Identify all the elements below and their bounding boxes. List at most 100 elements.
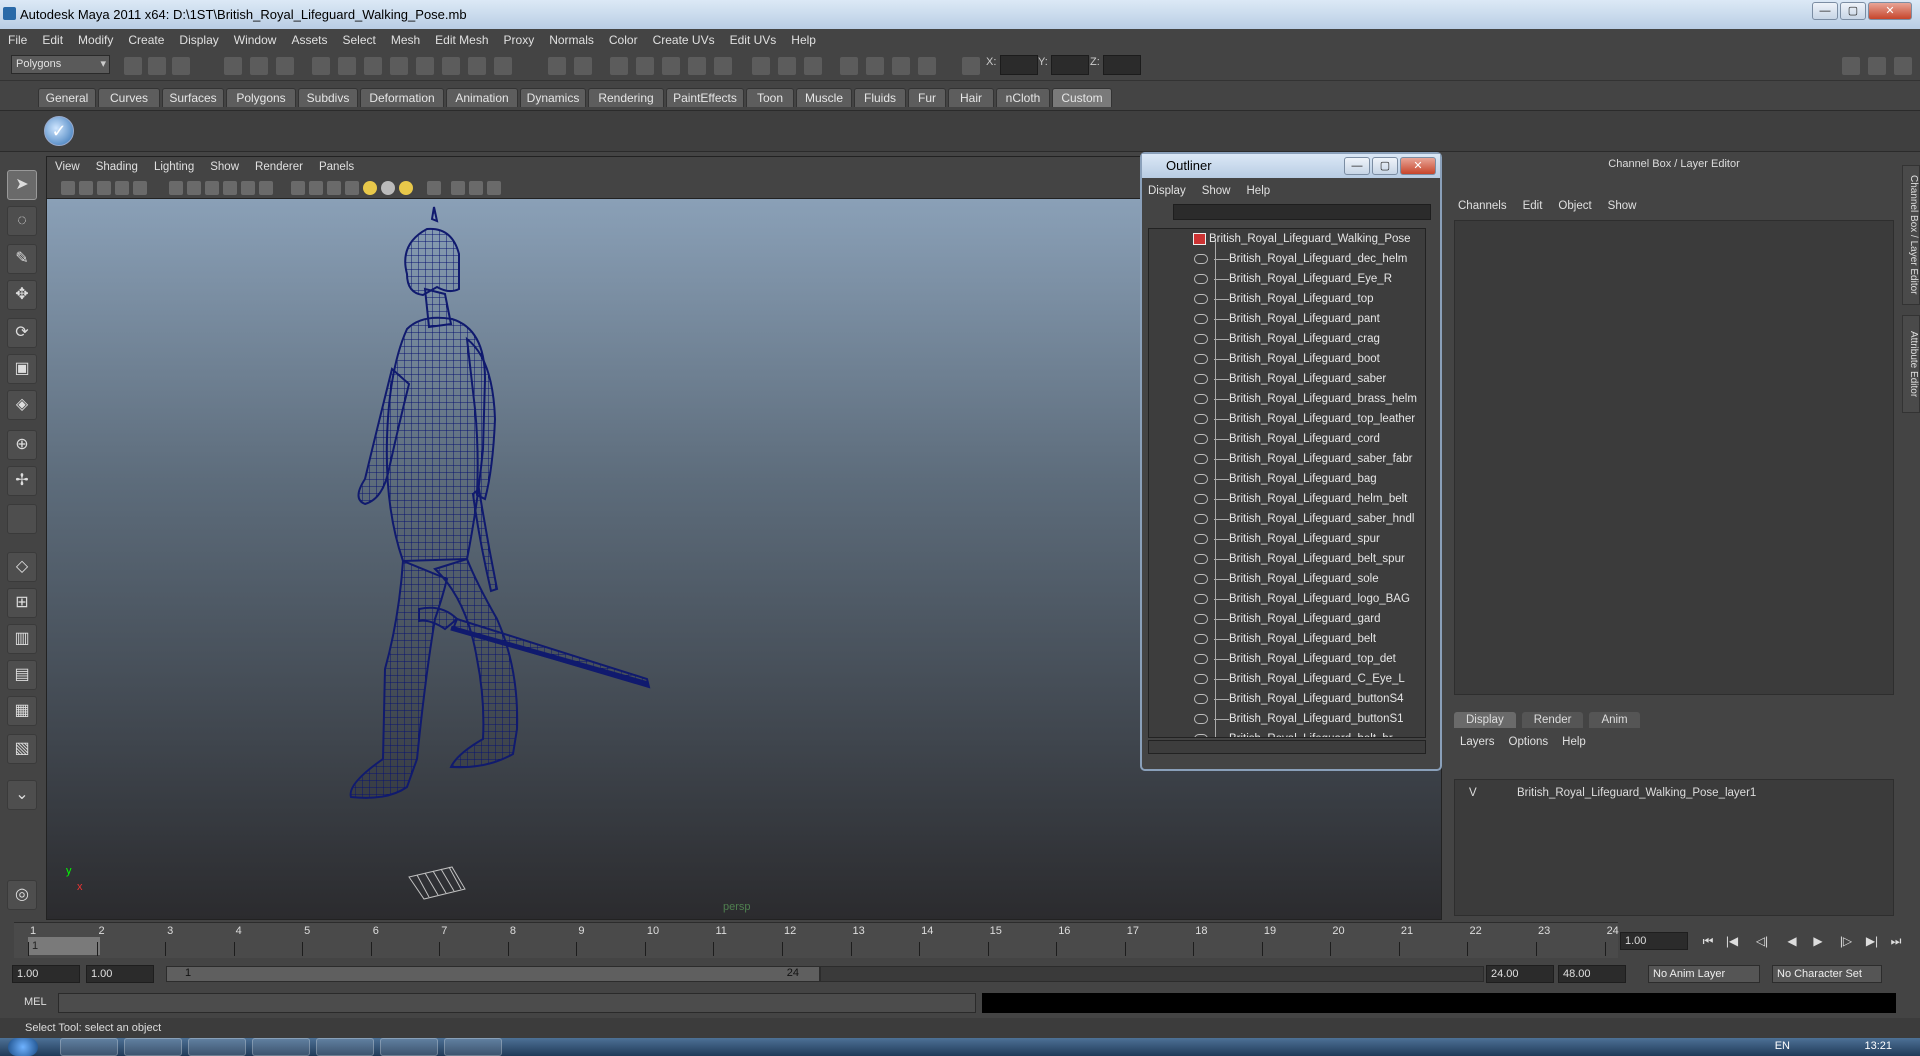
layer-menu-options[interactable]: Options	[1509, 736, 1549, 748]
magnet-icon[interactable]	[610, 57, 628, 75]
shelf-tab-deformation[interactable]: Deformation	[360, 88, 444, 107]
playback-range-bar[interactable]: 1 24	[166, 966, 820, 982]
render-frame-icon[interactable]	[752, 57, 770, 75]
smooth-shade-icon[interactable]	[309, 181, 323, 195]
xray-icon[interactable]	[451, 181, 465, 195]
check-shelf-icon[interactable]: ✓	[44, 116, 74, 146]
current-frame-field[interactable]: 1.00	[1620, 932, 1688, 950]
paint-select-tool-icon[interactable]: ✎	[7, 244, 37, 274]
go-to-end-button[interactable]: ⏭	[1886, 932, 1906, 950]
viewport-menu-panels[interactable]: Panels	[319, 161, 354, 173]
hypershade-icon[interactable]	[840, 57, 858, 75]
shelf-tab-subdivs[interactable]: Subdivs	[298, 88, 358, 107]
x-field[interactable]	[1000, 55, 1038, 75]
z-field[interactable]	[1103, 55, 1141, 75]
magnet4-icon[interactable]	[688, 57, 706, 75]
manipulator-tool-icon[interactable]: ◈	[7, 390, 37, 420]
four-view-layout-icon[interactable]: ⊞	[7, 588, 37, 618]
menu-select[interactable]: Select	[342, 33, 375, 47]
channel-box-area[interactable]	[1454, 220, 1894, 695]
outliner-item[interactable]: British_Royal_Lifeguard_belt	[1149, 629, 1425, 649]
play-forwards-button[interactable]: ▶	[1808, 932, 1828, 950]
shelf-tab-muscle[interactable]: Muscle	[796, 88, 852, 107]
outliner-item[interactable]: British_Royal_Lifeguard_logo_BAG	[1149, 589, 1425, 609]
outliner-item[interactable]: British_Royal_Lifeguard_Eye_R	[1149, 269, 1425, 289]
layout-menu-icon[interactable]: ⌄	[7, 780, 37, 810]
menu-edit-mesh[interactable]: Edit Mesh	[435, 33, 488, 47]
outliner-item[interactable]: British_Royal_Lifeguard_saber	[1149, 369, 1425, 389]
outliner-menu-display[interactable]: Display	[1148, 185, 1186, 197]
channel-box-menu-show[interactable]: Show	[1608, 200, 1637, 212]
shelf-tab-animation[interactable]: Animation	[446, 88, 518, 107]
grid-icon[interactable]	[133, 181, 147, 195]
save-scene-icon[interactable]	[172, 57, 190, 75]
render-settings-icon[interactable]	[804, 57, 822, 75]
close-button[interactable]: ✕	[1868, 2, 1912, 20]
snap-grid-icon[interactable]	[338, 57, 356, 75]
wireframe-icon[interactable]	[291, 181, 305, 195]
snap-point-icon[interactable]	[390, 57, 408, 75]
outliner-item[interactable]: British_Royal_Lifeguard_bag	[1149, 469, 1425, 489]
outliner-item[interactable]: British_Royal_Lifeguard_pant	[1149, 309, 1425, 329]
menu-modify[interactable]: Modify	[78, 33, 113, 47]
select-object-icon[interactable]	[250, 57, 268, 75]
safe-title-icon[interactable]	[259, 181, 273, 195]
layer-menu-help[interactable]: Help	[1562, 736, 1586, 748]
camera-attributes-icon[interactable]	[79, 181, 93, 195]
viewport-menu-renderer[interactable]: Renderer	[255, 161, 303, 173]
menu-assets[interactable]: Assets	[291, 33, 327, 47]
y-field[interactable]	[1051, 55, 1089, 75]
outliner-item[interactable]: British_Royal_Lifeguard_top_leather	[1149, 409, 1425, 429]
outliner-item[interactable]: British_Royal_Lifeguard_belt_spur	[1149, 549, 1425, 569]
time-slider[interactable]: 1 1 2 3 4 5 6 7 8 9 10 11 12 13 14 15 16 17 18 19 20 21 22 23 2…	[14, 922, 1619, 958]
menu-color[interactable]: Color	[609, 33, 638, 47]
shelf-tab-dynamics[interactable]: Dynamics	[520, 88, 586, 107]
outliner-item[interactable]: British_Royal_Lifeguard_gard	[1149, 609, 1425, 629]
shelf-tab-polygons[interactable]: Polygons	[226, 88, 296, 107]
input-ops-icon[interactable]	[574, 57, 592, 75]
outliner-menu-show[interactable]: Show	[1202, 185, 1231, 197]
select-hierarchy-icon[interactable]	[224, 57, 242, 75]
use-default-lights-icon[interactable]	[363, 181, 377, 195]
make-live-icon[interactable]	[442, 57, 460, 75]
playback-end-field[interactable]: 24.00	[1486, 965, 1554, 983]
menu-create-uvs[interactable]: Create UVs	[653, 33, 715, 47]
persp-graph-layout-icon[interactable]: ▤	[7, 660, 37, 690]
safe-action-icon[interactable]	[241, 181, 255, 195]
magnet3-icon[interactable]	[662, 57, 680, 75]
attribute-editor-side-tab[interactable]: Attribute Editor	[1902, 315, 1920, 413]
menu-window[interactable]: Window	[234, 33, 277, 47]
play-backwards-button[interactable]: ◀	[1782, 932, 1802, 950]
viewport-menu-view[interactable]: View	[55, 161, 80, 173]
outliner-item[interactable]: British_Royal_Lifeguard_buttonS1	[1149, 709, 1425, 729]
textured-icon[interactable]	[345, 181, 359, 195]
outliner-item[interactable]: British_Royal_Lifeguard_saber_fabr	[1149, 449, 1425, 469]
layer-tab-display[interactable]: Display	[1454, 712, 1516, 728]
animation-start-field[interactable]: 1.00	[12, 965, 80, 983]
last-tool-icon[interactable]	[7, 504, 37, 534]
shadows-icon[interactable]	[399, 181, 413, 195]
scale-tool-icon[interactable]: ▣	[7, 354, 37, 384]
menu-proxy[interactable]: Proxy	[504, 33, 535, 47]
channel-box-menu-object[interactable]: Object	[1558, 200, 1591, 212]
select-component-icon[interactable]	[276, 57, 294, 75]
mel-input-field[interactable]	[58, 993, 976, 1013]
clapboard3-icon[interactable]	[918, 57, 936, 75]
clapboard2-icon[interactable]	[892, 57, 910, 75]
viewport-menu-lighting[interactable]: Lighting	[154, 161, 194, 173]
step-back-frame-button[interactable]: |◀	[1722, 932, 1742, 950]
mel-label[interactable]: MEL	[24, 996, 47, 1008]
step-forward-frame-button[interactable]: ▶|	[1862, 932, 1882, 950]
animation-end-field[interactable]: 48.00	[1558, 965, 1626, 983]
lock-selection-icon[interactable]	[312, 57, 330, 75]
shelf-tab-rendering[interactable]: Rendering	[588, 88, 664, 107]
shelf-tab-curves[interactable]: Curves	[98, 88, 160, 107]
menu-edit[interactable]: Edit	[42, 33, 63, 47]
shelf-tab-custom[interactable]: Custom	[1052, 88, 1112, 107]
use-all-lights-icon[interactable]	[381, 181, 395, 195]
language-indicator[interactable]: EN	[1775, 1040, 1790, 1052]
maximize-button[interactable]: ▢	[1840, 2, 1866, 20]
outliner-filter-field[interactable]	[1173, 204, 1431, 220]
shelf-tab-toon[interactable]: Toon	[746, 88, 794, 107]
outliner-item[interactable]: British_Royal_Lifeguard_brass_helm	[1149, 389, 1425, 409]
